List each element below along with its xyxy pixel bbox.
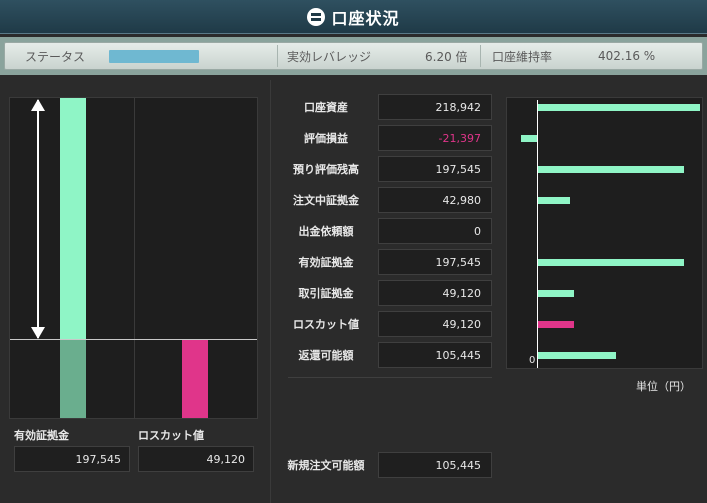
balance-bar xyxy=(538,104,700,111)
margin-bar-lower xyxy=(60,339,86,418)
table-row-value: 42,980 xyxy=(378,187,492,213)
maintenance-label: 口座維持率 xyxy=(492,49,553,64)
margin-value: 197,545 xyxy=(14,446,130,472)
table-row-label: 出金依頼額 xyxy=(298,225,354,238)
table-row-value: 49,120 xyxy=(378,311,492,337)
table-divider xyxy=(288,377,492,378)
leverage-value: 6.20 倍 xyxy=(425,49,468,64)
status-label: ステータス xyxy=(25,49,86,64)
status-divider xyxy=(480,45,481,67)
table-row-label: 預り評価残高 xyxy=(293,163,359,176)
status-bar: ステータス 実効レバレッジ 6.20 倍 口座維持率 402.16 % xyxy=(4,42,703,70)
status-level-bar xyxy=(109,50,199,63)
margin-bar xyxy=(60,98,86,339)
table-row-label: 口座資産 xyxy=(304,101,348,114)
balance-bar xyxy=(538,166,684,173)
status-divider xyxy=(277,45,278,67)
balance-bar xyxy=(538,290,574,297)
losscut-line xyxy=(10,339,257,340)
table-row-value: 0 xyxy=(378,218,492,244)
account-icon xyxy=(307,7,326,26)
table-row-value: 218,942 xyxy=(378,94,492,120)
losscut-label: ロスカット値 xyxy=(138,429,204,442)
chart-gridline xyxy=(134,98,135,418)
losscut-bar xyxy=(182,339,208,418)
table-row-value: 197,545 xyxy=(378,249,492,275)
balance-bar xyxy=(538,321,574,328)
unit-label: 単位（円） xyxy=(636,380,691,393)
new-order-label: 新規注文可能額 xyxy=(287,459,365,472)
balance-bar xyxy=(538,259,684,266)
margin-label: 有効証拠金 xyxy=(14,429,69,442)
leverage-label: 実効レバレッジ xyxy=(287,49,372,64)
table-row-value: -21,397 xyxy=(378,125,492,151)
balance-bar xyxy=(521,135,537,142)
zero-tick-label: 0 xyxy=(529,355,536,366)
losscut-value: 49,120 xyxy=(138,446,254,472)
status-panel: ステータス 実効レバレッジ 6.20 倍 口座維持率 402.16 % xyxy=(0,37,707,75)
table-row-value: 105,445 xyxy=(378,342,492,368)
table-row-label: ロスカット値 xyxy=(293,318,359,331)
double-arrow-icon xyxy=(31,99,45,339)
new-order-value: 105,445 xyxy=(378,452,492,478)
table-row-label: 返還可能額 xyxy=(298,349,354,362)
maintenance-value: 402.16 % xyxy=(598,49,656,63)
balance-bar xyxy=(538,197,570,204)
table-row-label: 取引証拠金 xyxy=(298,287,354,300)
table-row-label: 有効証拠金 xyxy=(298,256,354,269)
table-row-value: 197,545 xyxy=(378,156,492,182)
margin-bar-chart xyxy=(9,97,258,419)
table-row-value: 49,120 xyxy=(378,280,492,306)
panel-divider xyxy=(270,80,271,503)
balance-bar xyxy=(538,352,616,359)
table-row-label: 評価損益 xyxy=(304,132,348,145)
window-header: 口座状況 xyxy=(0,0,707,34)
table-row-label: 注文中証拠金 xyxy=(293,194,359,207)
balance-bar-chart: 0 xyxy=(506,97,703,369)
page-title: 口座状況 xyxy=(331,8,400,28)
